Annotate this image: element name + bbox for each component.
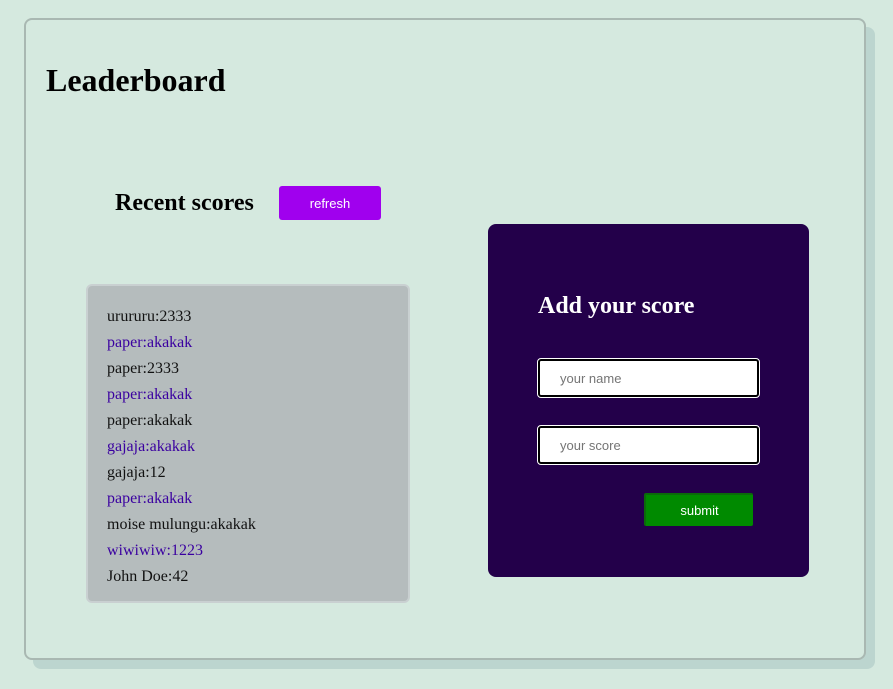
list-item: paper:akakak [107,386,193,403]
list-item: urururu:2333 [107,308,192,325]
list-item: John Doe:42 [107,568,189,585]
recent-scores-heading: Recent scores [115,190,254,216]
page-title: Leaderboard [46,62,226,98]
score-list: urururu:2333 paper:akakak paper:2333 pap… [86,284,410,603]
add-score-heading: Add your score [538,293,695,319]
submit-button[interactable]: submit [644,493,753,526]
score-input[interactable] [537,425,760,465]
list-item: moise mulungu:akakak [107,516,256,533]
list-item: gajaja:akakak [107,438,195,455]
list-item: paper:2333 [107,360,179,377]
list-item: wiwiwiw:1223 [107,542,203,559]
list-item: gajaja:12 [107,464,166,481]
list-item: paper:akakak [107,490,193,507]
name-input[interactable] [537,358,760,398]
list-item: paper:akakak [107,412,193,429]
add-score-form: Add your score submit [488,224,809,577]
list-item: paper:akakak [107,334,193,351]
refresh-button[interactable]: refresh [279,186,381,220]
